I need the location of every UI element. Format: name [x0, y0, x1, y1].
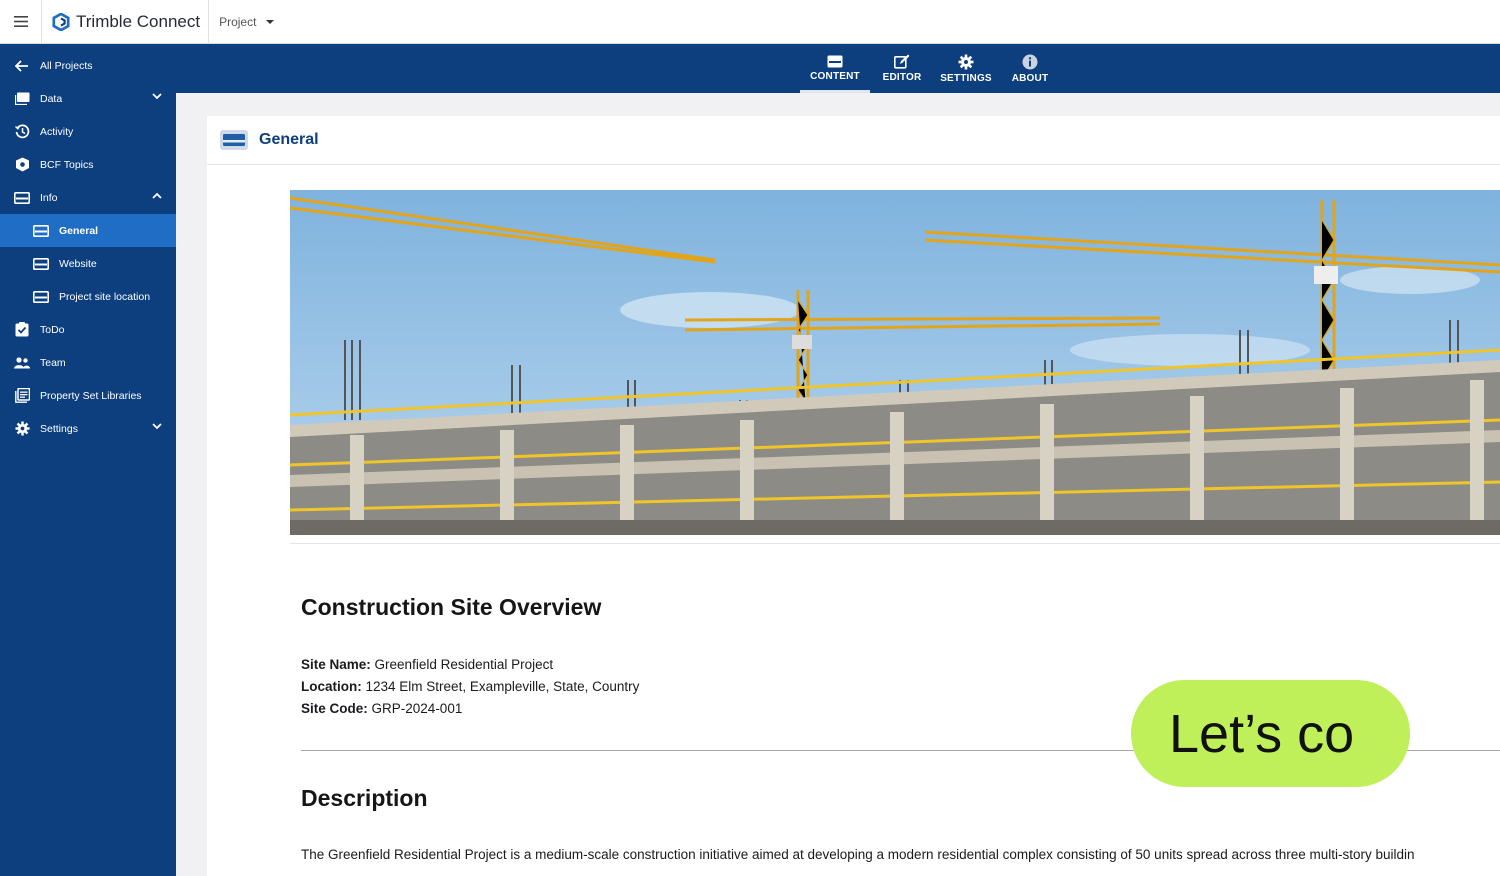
tab-label: ABOUT	[1011, 72, 1049, 84]
project-dropdown[interactable]: Project	[209, 15, 284, 29]
field-label: Site Code:	[301, 701, 368, 716]
card-icon	[33, 223, 49, 239]
library-icon	[14, 388, 30, 404]
field-value: Greenfield Residential Project	[374, 657, 554, 672]
chevron-down-icon[interactable]	[152, 93, 162, 100]
brand-logo[interactable]: Trimble Connect	[42, 0, 210, 44]
sidebar-item-label: Data	[40, 92, 63, 105]
info-icon	[1022, 54, 1038, 69]
sidebar-item-property-set-libraries[interactable]: Property Set Libraries	[0, 379, 176, 412]
top-bar: Trimble Connect Project	[0, 0, 1500, 44]
chevron-down-icon[interactable]	[152, 423, 162, 430]
sidebar-item-todo[interactable]: ToDo	[0, 313, 176, 346]
general-card-icon	[220, 130, 248, 150]
page-title: General	[259, 131, 319, 148]
site-code-row: Site Code: GRP-2024-001	[301, 698, 639, 720]
checklist-icon	[14, 322, 30, 338]
sidebar-item-project-site-location[interactable]: Project site location	[0, 280, 176, 313]
sidebar-item-label: Team	[40, 356, 66, 369]
sidebar-item-general[interactable]: General	[0, 214, 176, 247]
overview-heading: Construction Site Overview	[301, 594, 602, 620]
tab-label: EDITOR	[882, 72, 922, 83]
caret-down-icon	[266, 19, 275, 24]
gear-icon	[958, 54, 974, 69]
menu-icon[interactable]	[0, 0, 42, 44]
image-divider	[290, 543, 1500, 544]
sidebar-item-data[interactable]: Data	[0, 82, 176, 115]
content-tabs: CONTENT EDITOR SETTINGS ABOUT	[800, 44, 1062, 93]
sidebar-item-label: Project site location	[59, 290, 151, 303]
gear-icon	[14, 421, 30, 437]
history-icon	[14, 124, 30, 140]
project-label: Project	[219, 14, 257, 29]
tab-label: SETTINGS	[940, 72, 992, 84]
field-label: Location:	[301, 679, 362, 694]
description-text: The Greenfield Residential Project is a …	[301, 847, 1415, 862]
bcf-icon	[14, 157, 30, 173]
site-name-row: Site Name: Greenfield Residential Projec…	[301, 654, 639, 676]
site-fields: Site Name: Greenfield Residential Projec…	[301, 654, 639, 720]
tab-content[interactable]: CONTENT	[800, 44, 870, 93]
sidebar-item-label: Activity	[40, 125, 74, 138]
trimble-logo-icon	[52, 12, 70, 31]
brand-name: Trimble Connect	[76, 11, 201, 31]
sidebar-item-activity[interactable]: Activity	[0, 115, 176, 148]
tab-about[interactable]: ABOUT	[998, 44, 1062, 93]
sidebar-item-team[interactable]: Team	[0, 346, 176, 379]
sidebar-item-info[interactable]: Info	[0, 181, 176, 214]
tab-editor[interactable]: EDITOR	[870, 44, 934, 93]
badge-text: Let’s co	[1169, 703, 1355, 764]
sidebar-item-label: Settings	[40, 422, 78, 435]
info-card-icon	[14, 190, 30, 206]
chevron-up-icon[interactable]	[152, 192, 162, 199]
sidebar-item-label: Info	[40, 191, 58, 204]
location-row: Location: 1234 Elm Street, Exampleville,…	[301, 676, 639, 698]
tab-label: CONTENT	[810, 71, 860, 82]
sidebar-item-label: ToDo	[40, 323, 65, 336]
sidebar-item-label: Website	[59, 257, 97, 270]
arrow-left-icon	[14, 58, 30, 74]
lets-connect-badge[interactable]: Let’s co	[1131, 680, 1410, 787]
content-toolbar	[0, 44, 1500, 93]
construction-site-image	[290, 190, 1500, 535]
card-icon	[33, 256, 49, 272]
sidebar-item-label: BCF Topics	[40, 158, 94, 171]
sidebar-item-bcf-topics[interactable]: BCF Topics	[0, 148, 176, 181]
sidebar-item-label: General	[59, 224, 99, 237]
edit-icon	[894, 54, 910, 69]
card-icon	[33, 289, 49, 305]
sidebar: All Projects Data Activity BCF Topics In…	[0, 44, 176, 876]
sidebar-item-label: Property Set Libraries	[40, 389, 142, 402]
description-heading: Description	[301, 785, 428, 811]
field-label: Site Name:	[301, 657, 371, 672]
folder-icon	[14, 91, 30, 107]
sidebar-item-all-projects[interactable]: All Projects	[0, 49, 176, 82]
team-icon	[14, 355, 30, 371]
field-value: GRP-2024-001	[371, 701, 463, 716]
field-value: 1234 Elm Street, Exampleville, State, Co…	[365, 679, 640, 694]
content-icon	[827, 55, 843, 68]
card-header: General	[207, 116, 1500, 165]
sidebar-item-label: All Projects	[40, 59, 93, 72]
sidebar-item-settings[interactable]: Settings	[0, 412, 176, 445]
sidebar-item-website[interactable]: Website	[0, 247, 176, 280]
tab-settings[interactable]: SETTINGS	[934, 44, 998, 93]
